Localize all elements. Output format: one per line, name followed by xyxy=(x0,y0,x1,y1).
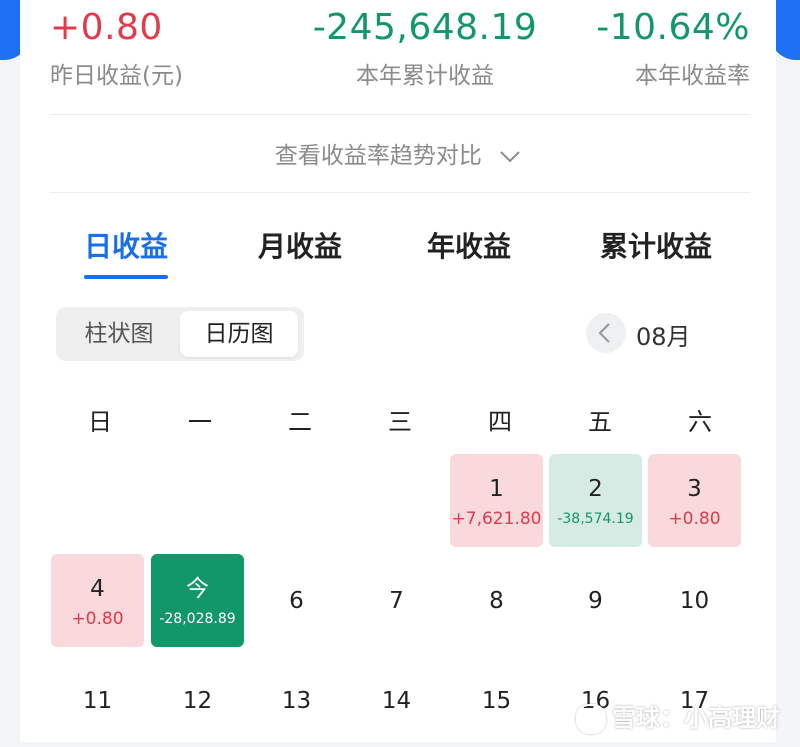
calendar-day[interactable]: 9 xyxy=(549,554,642,647)
yesterday-earnings: +0.80 昨日收益(元) xyxy=(50,0,183,92)
calendar-day[interactable]: 4 +0.80 xyxy=(51,554,144,647)
calendar-day-today[interactable]: 今 -28,028.89 xyxy=(151,554,244,647)
calendar-day[interactable]: 13 xyxy=(250,654,343,747)
day-number: 4 xyxy=(90,576,105,602)
day-number: 13 xyxy=(281,688,312,714)
tab-daily-label: 日收益 xyxy=(84,230,169,263)
day-number: 12 xyxy=(182,688,213,714)
watermark: 雪球：小高理财 xyxy=(576,698,780,734)
day-profit: +0.80 xyxy=(71,609,124,629)
day-number: 10 xyxy=(679,588,710,614)
weekday-fri: 五 xyxy=(588,408,612,436)
today-marker: 今 xyxy=(186,576,209,602)
weekday-mon: 一 xyxy=(188,408,212,436)
prev-month-button[interactable] xyxy=(586,313,626,353)
day-profit: +0.80 xyxy=(668,509,721,529)
day-profit: +7,621.80 xyxy=(451,509,542,529)
day-profit: -38,574.19 xyxy=(557,511,634,527)
chevron-down-icon xyxy=(499,144,521,170)
tab-monthly[interactable]: 月收益 xyxy=(258,225,342,265)
calendar-day[interactable]: 2 -38,574.19 xyxy=(549,454,642,547)
day-number: 3 xyxy=(687,476,702,502)
yesterday-earnings-value: +0.80 xyxy=(50,7,163,48)
year-return-rate: -10.64% 本年收益率 xyxy=(596,0,750,92)
calendar-day[interactable]: 11 xyxy=(51,654,144,747)
calendar-day[interactable]: 15 xyxy=(450,654,543,747)
tab-cumulative[interactable]: 累计收益 xyxy=(600,225,712,265)
chevron-left-icon xyxy=(598,323,610,343)
weekday-sat: 六 xyxy=(688,408,712,436)
year-return-rate-label: 本年收益率 xyxy=(635,63,750,89)
day-number: 1 xyxy=(489,476,504,502)
bar-chart-option[interactable]: 柱状图 xyxy=(62,311,176,357)
calendar-day[interactable]: 10 xyxy=(648,554,741,647)
day-number: 14 xyxy=(381,688,412,714)
weekday-tue: 二 xyxy=(288,408,312,436)
calendar-day[interactable]: 6 xyxy=(250,554,343,647)
tab-yearly[interactable]: 年收益 xyxy=(427,225,511,265)
weekday-thu: 四 xyxy=(488,408,512,436)
day-number: 6 xyxy=(289,588,304,614)
earnings-card: +0.80 昨日收益(元) -245,648.19 本年累计收益 -10.64%… xyxy=(20,0,776,742)
weekday-wed: 三 xyxy=(388,408,412,436)
day-profit: -28,028.89 xyxy=(159,611,236,627)
year-cumulative-label: 本年累计收益 xyxy=(356,63,494,89)
calendar-view-option[interactable]: 日历图 xyxy=(180,311,298,357)
calendar-day[interactable]: 3 +0.80 xyxy=(648,454,741,547)
calendar-day[interactable]: 7 xyxy=(350,554,443,647)
calendar-day[interactable]: 8 xyxy=(450,554,543,647)
day-number: 7 xyxy=(389,588,404,614)
watermark-text: 雪球：小高理财 xyxy=(612,704,780,732)
divider xyxy=(50,114,750,115)
chart-view-toggle: 柱状图 日历图 xyxy=(56,307,304,361)
snowball-logo-icon xyxy=(576,704,606,734)
earnings-summary: +0.80 昨日收益(元) -245,648.19 本年累计收益 -10.64%… xyxy=(50,0,750,110)
tab-daily[interactable]: 日收益 xyxy=(84,225,169,279)
year-cumulative-earnings: -245,648.19 本年累计收益 xyxy=(300,0,550,92)
year-return-rate-value: -10.64% xyxy=(596,7,750,48)
active-tab-indicator xyxy=(84,275,169,279)
weekday-sun: 日 xyxy=(88,408,112,436)
calendar-day[interactable]: 14 xyxy=(350,654,443,747)
year-cumulative-value: -245,648.19 xyxy=(312,7,538,48)
day-number: 8 xyxy=(489,588,504,614)
current-month: 08月 xyxy=(636,323,691,351)
trend-compare-link[interactable]: 查看收益率趋势对比 xyxy=(20,136,776,170)
earnings-period-tabs: 日收益 月收益 年收益 累计收益 xyxy=(50,225,750,285)
day-number: 15 xyxy=(481,688,512,714)
calendar-day[interactable]: 1 +7,621.80 xyxy=(450,454,543,547)
day-number: 2 xyxy=(588,476,603,502)
divider xyxy=(50,192,750,193)
trend-compare-label: 查看收益率趋势对比 xyxy=(274,143,482,169)
yesterday-earnings-label: 昨日收益(元) xyxy=(50,63,183,89)
day-number: 11 xyxy=(82,688,113,714)
calendar-day[interactable]: 12 xyxy=(151,654,244,747)
day-number: 9 xyxy=(588,588,603,614)
